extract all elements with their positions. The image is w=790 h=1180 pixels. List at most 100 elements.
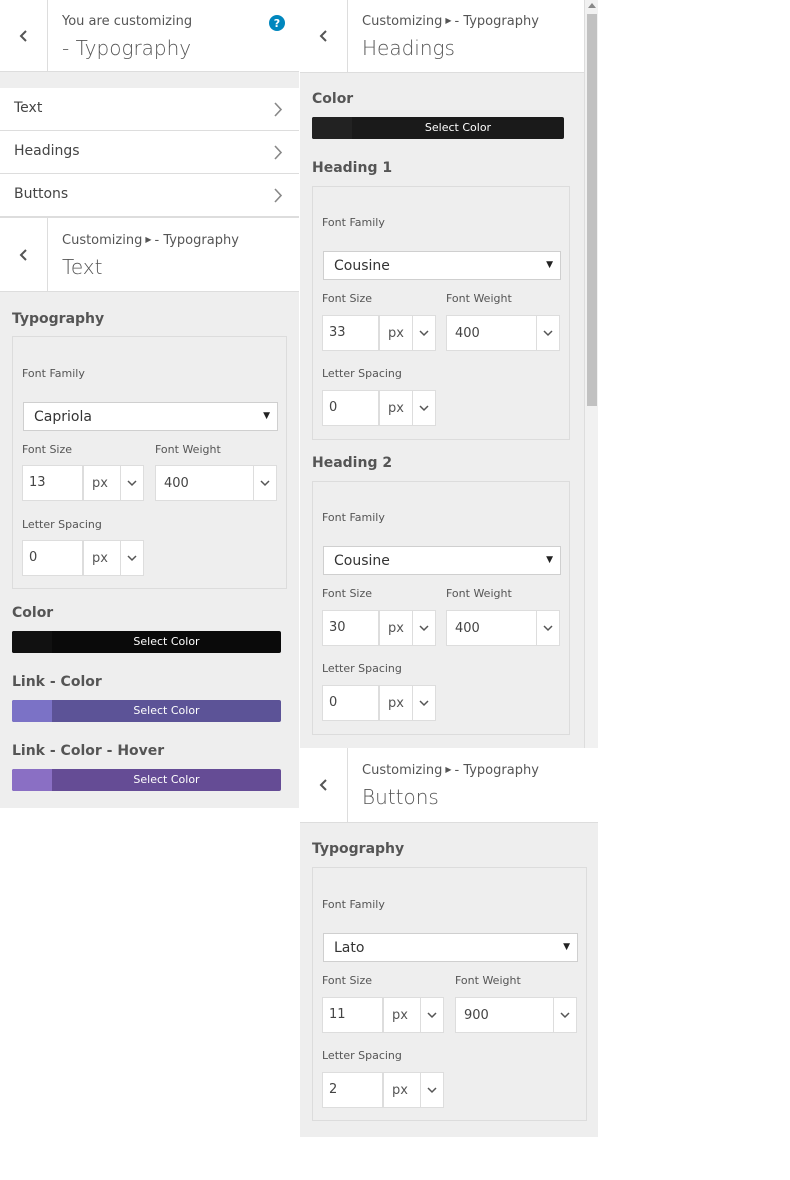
nav-item-label: Text <box>14 100 43 116</box>
font-size-input[interactable]: 30 <box>322 610 379 646</box>
unit-value: px <box>388 401 404 416</box>
font-family-select[interactable]: Lato ▼ <box>323 933 578 962</box>
font-family-value: Capriola <box>34 409 92 425</box>
letter-spacing-input[interactable]: 0 <box>322 685 379 721</box>
help-icon[interactable]: ? <box>269 15 285 31</box>
scrollbar[interactable] <box>584 0 598 748</box>
dropdown-triangle-icon: ▼ <box>263 411 270 421</box>
letter-spacing-label: Letter Spacing <box>322 1049 402 1062</box>
back-button[interactable] <box>0 218 48 291</box>
chevron-down-icon <box>260 480 270 487</box>
font-size-value: 33 <box>329 325 346 340</box>
font-weight-select[interactable]: 400 <box>446 315 560 351</box>
font-size-unit-select[interactable]: px <box>383 997 444 1033</box>
font-weight-label: Font Weight <box>446 292 512 305</box>
dropdown-triangle-icon: ▼ <box>546 555 553 565</box>
back-button[interactable] <box>0 0 48 71</box>
color-swatch <box>12 700 52 722</box>
chevron-down-icon <box>427 1087 437 1094</box>
font-weight-value: 900 <box>464 1008 489 1023</box>
breadcrumb: Customizing ▶ - Typography <box>362 14 539 29</box>
letter-spacing-unit-select[interactable]: px <box>383 1072 444 1108</box>
chevron-down-icon <box>419 405 429 412</box>
font-size-input[interactable]: 33 <box>322 315 379 351</box>
unit-value: px <box>388 621 404 636</box>
font-size-input[interactable]: 11 <box>322 997 383 1033</box>
chevron-down-icon <box>427 1012 437 1019</box>
select-color-button[interactable]: Select Color <box>312 117 564 139</box>
nav-item-text[interactable]: Text <box>0 88 299 131</box>
font-weight-value: 400 <box>455 326 480 341</box>
font-size-label: Font Size <box>322 587 373 600</box>
letter-spacing-unit-select[interactable]: px <box>83 540 144 576</box>
letter-spacing-label: Letter Spacing <box>322 662 402 675</box>
font-size-label: Font Size <box>322 974 373 987</box>
chevron-right-icon <box>274 188 283 203</box>
unit-value: px <box>92 551 108 566</box>
link-color-button[interactable]: Select Color <box>12 700 281 722</box>
color-swatch <box>12 631 52 653</box>
divider <box>536 611 537 645</box>
panel-title: Buttons <box>362 785 439 809</box>
chevron-right-icon <box>274 145 283 160</box>
heading-1-controls: Font Family Cousine ▼ Font Size Font Wei… <box>312 186 570 440</box>
letter-spacing-input[interactable]: 2 <box>322 1072 383 1108</box>
font-size-unit-select[interactable]: px <box>83 465 144 501</box>
breadcrumb-arrow-icon: ▶ <box>145 235 152 244</box>
letter-spacing-unit-select[interactable]: px <box>379 390 436 426</box>
font-size-input[interactable]: 13 <box>22 465 83 501</box>
color-swatch <box>312 117 352 139</box>
font-size-unit-select[interactable]: px <box>379 315 436 351</box>
letter-spacing-value: 0 <box>329 400 338 415</box>
customizing-label: You are customizing <box>62 14 193 29</box>
dropdown-triangle-icon: ▼ <box>546 260 553 270</box>
buttons-panel-body: Typography Font Family Lato ▼ Font Size … <box>300 823 598 1137</box>
divider <box>412 316 413 350</box>
font-family-select[interactable]: Cousine ▼ <box>323 546 561 575</box>
font-family-label: Font Family <box>322 511 385 524</box>
unit-value: px <box>388 326 404 341</box>
breadcrumb: Customizing ▶ - Typography <box>362 763 539 778</box>
letter-spacing-input[interactable]: 0 <box>322 390 379 426</box>
font-size-label: Font Size <box>22 443 73 456</box>
breadcrumb-parent: - Typography <box>454 14 539 29</box>
breadcrumb-parent: - Typography <box>154 233 239 248</box>
typography-header: You are customizing - Typography ? <box>0 0 299 72</box>
divider <box>120 466 121 500</box>
back-button[interactable] <box>300 748 348 822</box>
scrollbar-thumb[interactable] <box>587 14 597 406</box>
breadcrumb-root: Customizing <box>362 14 443 29</box>
letter-spacing-unit-select[interactable]: px <box>379 685 436 721</box>
breadcrumb-arrow-icon: ▶ <box>445 765 452 774</box>
chevron-left-icon <box>19 29 27 42</box>
heading-2-controls: Font Family Cousine ▼ Font Size Font Wei… <box>312 481 570 735</box>
help-icon-glyph: ? <box>273 16 281 30</box>
select-color-button[interactable]: Select Color <box>12 631 281 653</box>
font-family-select[interactable]: Cousine ▼ <box>323 251 561 280</box>
letter-spacing-label: Letter Spacing <box>322 367 402 380</box>
font-weight-select[interactable]: 900 <box>455 997 577 1033</box>
font-weight-select[interactable]: 400 <box>155 465 277 501</box>
font-weight-select[interactable]: 400 <box>446 610 560 646</box>
scroll-up-arrow-icon[interactable] <box>588 3 596 8</box>
font-size-value: 11 <box>329 1007 346 1022</box>
nav-item-buttons[interactable]: Buttons <box>0 174 299 217</box>
nav-item-headings[interactable]: Headings <box>0 131 299 174</box>
typography-controls: Font Family Lato ▼ Font Size Font Weight… <box>312 867 587 1121</box>
link-color-hover-button[interactable]: Select Color <box>12 769 281 791</box>
chevron-down-icon <box>127 480 137 487</box>
font-size-unit-select[interactable]: px <box>379 610 436 646</box>
letter-spacing-value: 2 <box>329 1082 338 1097</box>
chevron-down-icon <box>419 700 429 707</box>
breadcrumb-root: Customizing <box>62 233 143 248</box>
letter-spacing-value: 0 <box>29 550 38 565</box>
select-color-label: Select Color <box>133 635 200 648</box>
font-family-select[interactable]: Capriola ▼ <box>23 402 278 431</box>
panel-title: - Typography <box>62 36 192 60</box>
chevron-right-icon <box>274 102 283 117</box>
text-panel-header: Customizing ▶ - Typography Text <box>0 217 299 292</box>
unit-value: px <box>392 1083 408 1098</box>
divider <box>120 541 121 575</box>
back-button[interactable] <box>300 0 348 72</box>
letter-spacing-input[interactable]: 0 <box>22 540 83 576</box>
